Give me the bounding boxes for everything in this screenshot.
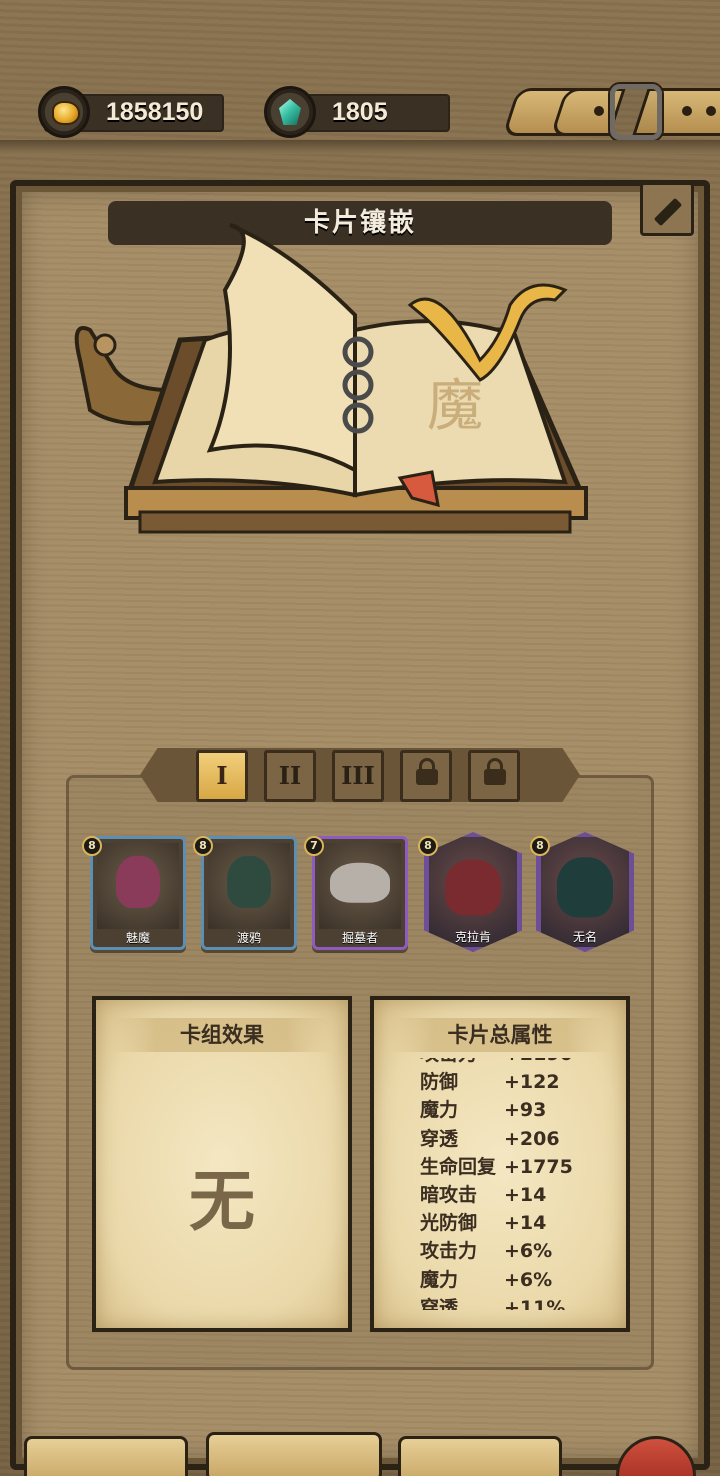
stat-value: +6% bbox=[504, 1268, 553, 1291]
card-level-badge: 7 bbox=[304, 836, 324, 856]
deck-effect-panel: 卡组效果 无 bbox=[92, 996, 352, 1332]
tab-deck-5-locked[interactable] bbox=[468, 750, 520, 802]
gravedigger-figure bbox=[330, 862, 390, 903]
tab-deck-3[interactable]: III bbox=[332, 750, 384, 802]
gold-value: 1858150 bbox=[106, 98, 204, 126]
card-slot-2[interactable]: 渡鸦 bbox=[201, 836, 297, 950]
card-slot-5[interactable]: 无名 bbox=[536, 832, 634, 952]
stat-row: 魔力 +93 bbox=[420, 1096, 596, 1124]
bottom-nav-button-1[interactable] bbox=[24, 1436, 188, 1476]
total-stats-panel[interactable]: 卡片总属性 攻击力 +2190 防御 +122 魔力 +93 穿透 +206 生命回复 +… bbox=[370, 996, 630, 1332]
card-art bbox=[319, 843, 401, 929]
gem-value: 1805 bbox=[332, 98, 388, 126]
lock-icon bbox=[484, 758, 506, 785]
card-level-badge: 8 bbox=[418, 836, 438, 856]
gold-nugget-icon bbox=[38, 86, 90, 138]
tab-label: I bbox=[216, 761, 228, 790]
deck-effect-title: 卡组效果 bbox=[112, 1018, 332, 1052]
stat-value: +206 bbox=[504, 1127, 560, 1150]
stat-row: 攻击力 +2190 bbox=[420, 1058, 596, 1068]
stat-value: +122 bbox=[504, 1071, 560, 1094]
card-slot-1[interactable]: 魅魔 bbox=[90, 836, 186, 950]
top-ledge bbox=[0, 140, 720, 154]
stat-label: 魔力 bbox=[420, 1099, 459, 1122]
stat-row: 攻击力 +6% bbox=[420, 1237, 596, 1265]
card-level-badge: 8 bbox=[530, 836, 550, 856]
card-name: 魅魔 bbox=[125, 931, 150, 945]
stat-label: 防御 bbox=[420, 1071, 459, 1094]
buckle-icon bbox=[610, 84, 662, 140]
stat-value: +1775 bbox=[504, 1155, 573, 1178]
raven-figure bbox=[227, 855, 271, 908]
total-stats-title: 卡片总属性 bbox=[390, 1018, 610, 1052]
stat-value: +14 bbox=[504, 1183, 547, 1206]
card-slot-3[interactable]: 掘墓者 bbox=[312, 836, 408, 950]
stat-value: +2190 bbox=[504, 1058, 596, 1068]
strap-hole bbox=[706, 106, 716, 116]
stat-value: +14 bbox=[504, 1212, 547, 1235]
stat-label: 攻击力 bbox=[420, 1058, 477, 1068]
succubus-figure bbox=[116, 855, 160, 908]
card-slot-4[interactable]: 克拉肯 bbox=[424, 832, 522, 952]
card-name: 掘墓者 bbox=[341, 931, 378, 945]
lock-icon bbox=[416, 758, 438, 785]
stat-row: 穿透 +11% bbox=[420, 1294, 596, 1310]
tab-deck-2[interactable]: II bbox=[264, 750, 316, 802]
stat-label: 攻击力 bbox=[420, 1240, 478, 1263]
card-name: 渡鸦 bbox=[236, 931, 261, 945]
tab-deck-1[interactable]: I bbox=[196, 750, 248, 802]
gold-counter: 1858150 bbox=[38, 86, 224, 138]
card-art bbox=[208, 843, 290, 929]
nameless-figure bbox=[557, 857, 613, 918]
svg-text:魔: 魔 bbox=[427, 374, 483, 439]
stat-value: +11% bbox=[504, 1296, 566, 1310]
stat-value: +93 bbox=[504, 1099, 547, 1122]
card-level-badge: 8 bbox=[82, 836, 102, 856]
deck-effect-value: 无 bbox=[189, 1163, 255, 1240]
tab-label: III bbox=[341, 761, 375, 790]
stat-value: +6% bbox=[504, 1240, 553, 1263]
stat-label: 暗攻击 bbox=[420, 1183, 478, 1206]
stat-label: 生命回复 bbox=[420, 1155, 497, 1178]
stat-row: 暗攻击 +14 bbox=[420, 1181, 596, 1209]
stat-row: 防御 +122 bbox=[420, 1068, 596, 1096]
menu-strap-button[interactable] bbox=[500, 84, 720, 140]
bottom-nav-button-3[interactable] bbox=[398, 1436, 562, 1476]
bottom-nav-button-2[interactable] bbox=[206, 1432, 382, 1476]
kraken-figure bbox=[445, 859, 501, 916]
deck-tabs: I II III bbox=[140, 742, 580, 806]
stat-row: 穿透 +206 bbox=[420, 1125, 596, 1153]
strap-hole bbox=[594, 106, 604, 116]
edit-button[interactable] bbox=[640, 182, 694, 236]
card-level-badge: 8 bbox=[193, 836, 213, 856]
card-art bbox=[97, 843, 179, 929]
stat-row: 魔力 +6% bbox=[420, 1266, 596, 1294]
gem-counter: 1805 bbox=[264, 86, 450, 138]
tab-label: II bbox=[278, 761, 302, 790]
tab-deck-4-locked[interactable] bbox=[400, 750, 452, 802]
top-bar: 1858150 1805 bbox=[0, 0, 720, 150]
card-book-illustration: 魔 bbox=[74, 223, 588, 534]
strap-hole bbox=[682, 106, 692, 116]
stat-label: 穿透 bbox=[420, 1127, 459, 1150]
stats-list[interactable]: 攻击力 +2190 防御 +122 魔力 +93 穿透 +206 生命回复 +1775 暗… bbox=[420, 1058, 596, 1310]
stat-row: 光防御 +14 bbox=[420, 1209, 596, 1237]
stat-row: 生命回复 +1775 bbox=[420, 1153, 596, 1181]
stat-label: 穿透 bbox=[420, 1296, 459, 1310]
stat-label: 光防御 bbox=[420, 1212, 478, 1235]
green-gem-icon bbox=[264, 86, 316, 138]
stat-label: 魔力 bbox=[420, 1268, 459, 1291]
pen-icon bbox=[653, 197, 683, 227]
